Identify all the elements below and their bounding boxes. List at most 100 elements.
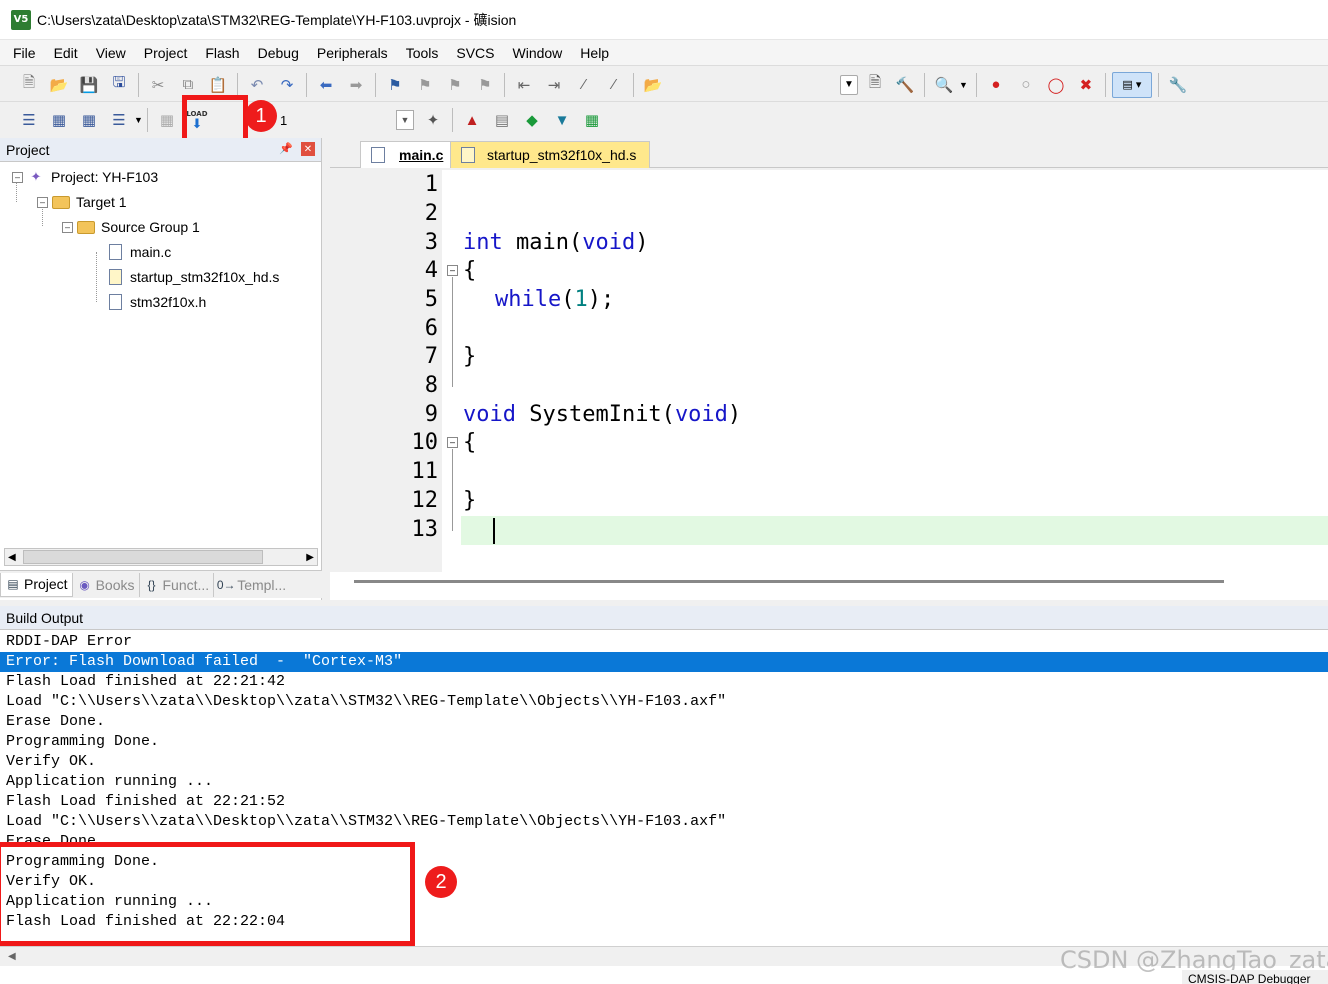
tab-project[interactable]: ▤ Project bbox=[0, 572, 73, 597]
close-icon[interactable]: ✕ bbox=[301, 142, 315, 156]
output-line[interactable]: Load "C:\\Users\\zata\\Desktop\\zata\\ST… bbox=[0, 812, 1328, 832]
collapse-toggle-icon[interactable]: – bbox=[12, 171, 23, 183]
copy-icon[interactable]: ⧉ bbox=[175, 72, 201, 98]
file-name: stm32f10x.h bbox=[130, 294, 207, 310]
rebuild-icon[interactable]: ▦ bbox=[76, 107, 102, 133]
editor-horizontal-scrollbar[interactable] bbox=[354, 580, 1224, 583]
batch-dropdown-icon[interactable]: ▼ bbox=[134, 115, 143, 125]
menu-view[interactable]: View bbox=[87, 42, 135, 64]
fold-toggle-icon[interactable]: – bbox=[447, 437, 458, 448]
build-icon[interactable]: ▦ bbox=[46, 107, 72, 133]
target-select[interactable]: 1 ▼ bbox=[258, 109, 414, 131]
paste-icon[interactable]: 📋 bbox=[205, 72, 231, 98]
line-number: 1 bbox=[424, 172, 438, 197]
pin-icon[interactable]: 📌 bbox=[279, 142, 293, 155]
output-line[interactable]: Programming Done. bbox=[0, 732, 1328, 752]
output-line[interactable]: Application running ... bbox=[0, 772, 1328, 792]
batch-build-icon[interactable]: ☰ bbox=[106, 107, 132, 133]
bookmark-icon[interactable]: ⚑ bbox=[382, 72, 408, 98]
select-software-packs-icon[interactable]: ▼ bbox=[549, 107, 575, 133]
menu-help[interactable]: Help bbox=[571, 42, 618, 64]
fold-toggle-icon[interactable]: – bbox=[447, 265, 458, 276]
menu-project[interactable]: Project bbox=[135, 42, 197, 64]
replace-icon[interactable]: 🔨 bbox=[892, 72, 918, 98]
cut-icon[interactable]: ✂ bbox=[145, 72, 171, 98]
window-layout-icon[interactable]: ▤ ▾ bbox=[1111, 71, 1152, 98]
tree-group-node[interactable]: – Source Group 1 bbox=[62, 216, 200, 238]
code-editor[interactable]: 1 2 3 4 5 6 7 8 9 10 11 12 13 – – int ma… bbox=[330, 170, 1328, 600]
scroll-thumb[interactable] bbox=[23, 550, 263, 564]
scroll-left-icon[interactable]: ◀ bbox=[5, 552, 16, 563]
breakpoint-icon[interactable]: ● bbox=[983, 72, 1009, 98]
kill-all-breakpoints-icon[interactable]: ✖ bbox=[1073, 72, 1099, 98]
menu-window[interactable]: Window bbox=[504, 42, 572, 64]
scroll-right-icon[interactable]: ▶ bbox=[306, 552, 317, 563]
tab-functions[interactable]: {} Funct... bbox=[140, 572, 215, 597]
nav-forward-icon[interactable]: ➡ bbox=[343, 72, 369, 98]
tree-project-node[interactable]: – ✦ Project: YH-F103 bbox=[12, 166, 158, 188]
collapse-toggle-icon[interactable]: – bbox=[62, 221, 73, 233]
unindent-icon[interactable]: ⇥ bbox=[541, 72, 567, 98]
menu-debug[interactable]: Debug bbox=[249, 42, 308, 64]
stop-build-icon[interactable]: ▦ bbox=[154, 107, 180, 133]
tab-label: Templ... bbox=[237, 576, 287, 593]
clear-bookmarks-icon[interactable]: ⚑ bbox=[472, 72, 498, 98]
manage-project-items-icon[interactable]: ▤ bbox=[489, 107, 515, 133]
disable-all-breakpoints-icon[interactable]: ◯ bbox=[1043, 72, 1069, 98]
tab-books[interactable]: ◉ Books bbox=[73, 572, 140, 597]
scroll-left-icon[interactable]: ◀ bbox=[8, 951, 16, 962]
output-line[interactable]: RDDI-DAP Error bbox=[0, 632, 1328, 652]
menu-edit[interactable]: Edit bbox=[45, 42, 87, 64]
translate-icon[interactable]: ☰ bbox=[16, 107, 42, 133]
code-line-5: while(1); bbox=[495, 287, 615, 312]
configure-icon[interactable]: 🔧 bbox=[1165, 72, 1191, 98]
output-line[interactable]: Erase Done. bbox=[0, 712, 1328, 732]
comment-icon[interactable]: ⁄ bbox=[571, 72, 597, 98]
output-line[interactable]: Verify OK. bbox=[0, 752, 1328, 772]
menu-tools[interactable]: Tools bbox=[397, 42, 448, 64]
redo-icon[interactable]: ↷ bbox=[274, 72, 300, 98]
find-in-files-icon[interactable]: 📂 bbox=[640, 72, 666, 98]
save-all-icon[interactable]: 🖫 bbox=[106, 72, 132, 98]
find-icon[interactable]: 🗎 bbox=[862, 72, 888, 98]
save-icon[interactable]: 💾 bbox=[76, 72, 102, 98]
tree-file-main-c[interactable]: main.c bbox=[106, 241, 171, 263]
output-line[interactable]: Error: Flash Download failed - "Cortex-M… bbox=[0, 652, 1328, 672]
uncomment-icon[interactable]: ⁄ bbox=[601, 72, 627, 98]
editor-tab-label: main.c bbox=[399, 147, 444, 163]
undo-icon[interactable]: ↶ bbox=[244, 72, 270, 98]
target-options-icon[interactable]: ✦ bbox=[420, 107, 446, 133]
debug-dropdown-icon[interactable]: ▼ bbox=[959, 80, 968, 90]
menu-svcs[interactable]: SVCS bbox=[447, 42, 503, 64]
tab-templates[interactable]: 0→ Templ... bbox=[214, 573, 290, 597]
project-horizontal-scrollbar[interactable]: ◀ ▶ bbox=[4, 548, 318, 566]
debug-session-icon[interactable]: 🔍 bbox=[931, 72, 957, 98]
line-number: 2 bbox=[424, 201, 438, 226]
build-output-header: Build Output bbox=[0, 606, 1328, 630]
tree-file-header[interactable]: stm32f10x.h bbox=[106, 291, 206, 313]
tree-target-node[interactable]: – Target 1 bbox=[37, 191, 127, 213]
output-line[interactable]: Flash Load finished at 22:21:52 bbox=[0, 792, 1328, 812]
menu-file[interactable]: File bbox=[4, 42, 45, 64]
new-file-icon[interactable]: 🗎 bbox=[16, 72, 42, 98]
menu-peripherals[interactable]: Peripherals bbox=[308, 42, 397, 64]
indent-icon[interactable]: ⇤ bbox=[511, 72, 537, 98]
tree-file-startup[interactable]: startup_stm32f10x_hd.s bbox=[106, 266, 279, 288]
run-time-environment-icon[interactable]: ▦ bbox=[579, 107, 605, 133]
menu-flash[interactable]: Flash bbox=[196, 42, 248, 64]
manage-components-icon[interactable]: ▲ bbox=[459, 107, 485, 133]
disable-breakpoint-icon[interactable]: ○ bbox=[1013, 72, 1039, 98]
pack-installer-icon[interactable]: ◆ bbox=[519, 107, 545, 133]
find-combo-arrow-icon[interactable]: ▼ bbox=[840, 74, 858, 95]
file-icon bbox=[106, 243, 124, 261]
prev-bookmark-icon[interactable]: ⚑ bbox=[412, 72, 438, 98]
nav-back-icon[interactable]: ⬅ bbox=[313, 72, 339, 98]
output-line[interactable]: Flash Load finished at 22:21:42 bbox=[0, 672, 1328, 692]
collapse-toggle-icon[interactable]: – bbox=[37, 196, 48, 208]
output-line[interactable]: Load "C:\\Users\\zata\\Desktop\\zata\\ST… bbox=[0, 692, 1328, 712]
target-dropdown-icon[interactable]: ▼ bbox=[396, 110, 414, 130]
next-bookmark-icon[interactable]: ⚑ bbox=[442, 72, 468, 98]
editor-tab-startup[interactable]: startup_stm32f10x_hd.s bbox=[450, 141, 650, 168]
open-folder-icon[interactable]: 📂 bbox=[46, 72, 72, 98]
line-number: 12 bbox=[411, 488, 439, 513]
